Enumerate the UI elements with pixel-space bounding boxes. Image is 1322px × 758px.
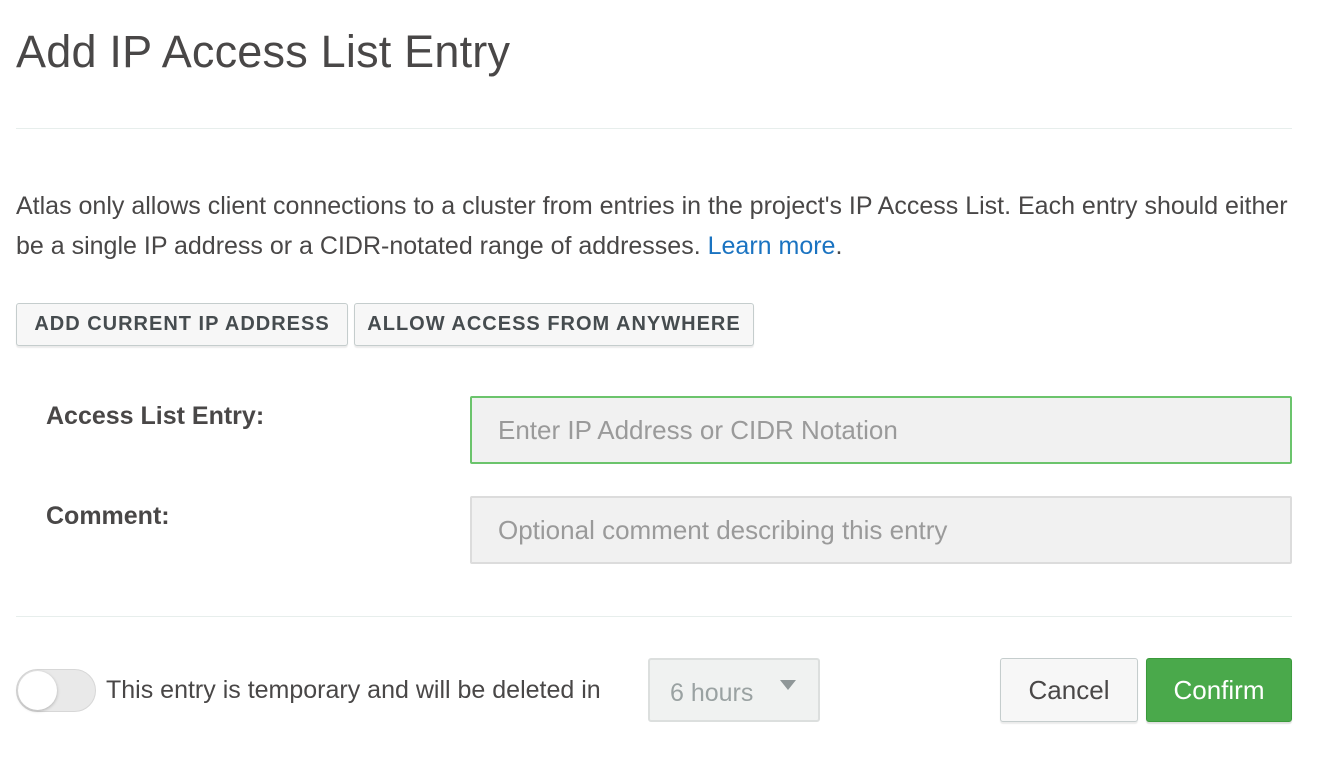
duration-select-value: 6 hours (670, 679, 754, 707)
comment-input[interactable] (470, 496, 1292, 564)
comment-label: Comment: (46, 502, 170, 530)
duration-select[interactable]: 6 hours (648, 658, 820, 722)
confirm-button[interactable]: Confirm (1146, 658, 1292, 722)
modal-title: Add IP Access List Entry (16, 26, 511, 77)
add-current-ip-button[interactable]: ADD CURRENT IP ADDRESS (16, 303, 348, 346)
cancel-button[interactable]: Cancel (1000, 658, 1138, 722)
access-list-entry-label: Access List Entry: (46, 402, 265, 430)
caret-down-icon (780, 680, 796, 690)
header-divider (16, 128, 1292, 129)
description-period: . (835, 232, 843, 260)
temporary-entry-toggle[interactable] (16, 669, 96, 712)
footer-divider (16, 616, 1292, 617)
temporary-entry-text: This entry is temporary and will be dele… (106, 676, 601, 704)
access-list-entry-input[interactable] (470, 396, 1292, 464)
allow-access-anywhere-button[interactable]: ALLOW ACCESS FROM ANYWHERE (354, 303, 754, 346)
toggle-knob (18, 671, 57, 710)
modal-description: Atlas only allows client connections to … (16, 186, 1292, 266)
learn-more-link[interactable]: Learn more (708, 232, 836, 260)
add-ip-access-list-modal: Add IP Access List Entry Atlas only allo… (0, 0, 1322, 758)
description-text: Atlas only allows client connections to … (16, 192, 1288, 260)
